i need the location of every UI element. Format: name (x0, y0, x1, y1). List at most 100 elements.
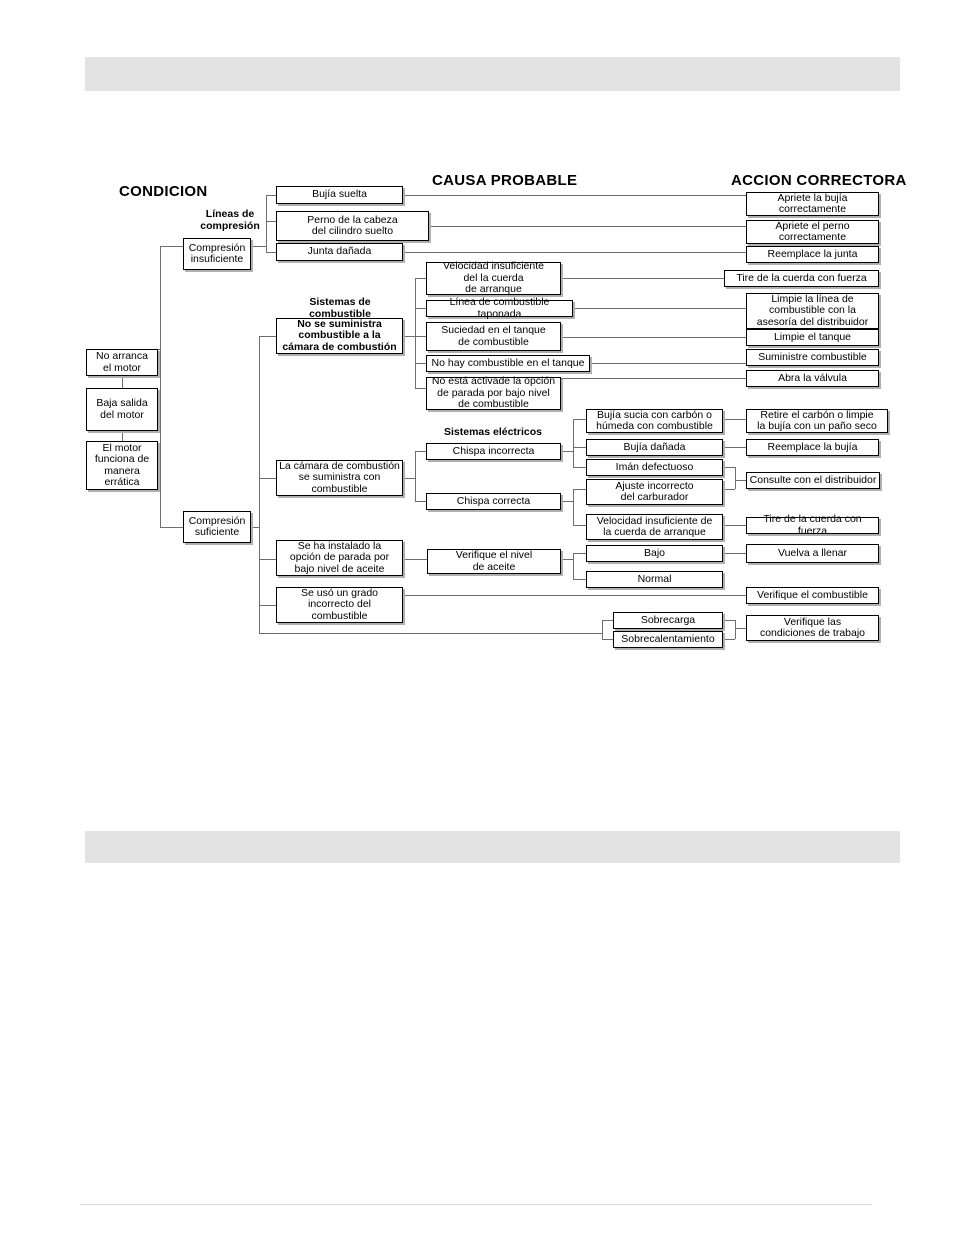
action-box-limpie-tanque[interactable]: Limpie el tanque (746, 329, 879, 346)
cause-box-iman-defectuoso[interactable]: Imán defectuoso (586, 459, 723, 476)
action-box-verifique-condiciones[interactable]: Verifique las condiciones de trabajo (746, 615, 879, 641)
cause-box-suciedad-tanque[interactable]: Suciedad en el tanque de combustible (426, 322, 561, 351)
connector-to-no-activada (415, 388, 426, 389)
cause-box-linea-taponada[interactable]: Línea de combustible taponada (426, 296, 573, 319)
connector-merge-to-consulte (735, 480, 746, 481)
connector-perno-action (429, 226, 746, 227)
action-box-apriete-bujia[interactable]: Apriete la bujía correctamente (746, 192, 879, 216)
connector-trunk-to-insuficiente (160, 246, 183, 247)
connector-to-suciedad-tanque (415, 336, 426, 337)
connector-camara-out (403, 478, 415, 479)
cause-box-normal[interactable]: Normal (586, 571, 723, 588)
connector-sobrecarga-merge (723, 620, 735, 621)
condition-box-baja-salida[interactable]: Baja salida del motor (86, 388, 158, 431)
action-box-limpie-linea[interactable]: Limpie la línea de combustible con la as… (746, 293, 879, 329)
cause-box-verifique-nivel-aceite[interactable]: Verifique el nivel de aceite (427, 549, 561, 574)
condition-box-erratica[interactable]: El motor funciona de manera errática (86, 441, 158, 490)
connector-suficiente-bus (259, 336, 260, 633)
connector-opcion-to-verifique (403, 559, 427, 560)
action-box-suministre-combustible[interactable]: Suministre combustible (746, 349, 879, 366)
connector-load-bus (602, 620, 603, 639)
connector-to-junta-danada (266, 252, 276, 253)
connector-spark-incorrect-bus (573, 419, 574, 467)
cause-box-no-activada-parada[interactable]: No está activade la opción de parada por… (426, 376, 561, 410)
cause-box-velocidad-cuerda-2[interactable]: Velocidad insuficiente de la cuerda de a… (586, 514, 723, 540)
heading-accion-correctora: ACCION CORRECTORA (731, 172, 907, 189)
action-box-verifique-combustible[interactable]: Verifique el combustible (746, 587, 879, 604)
cause-box-no-hay-combustible[interactable]: No hay combustible en el tanque (426, 355, 590, 372)
action-box-reemplace-bujia[interactable]: Reemplace la bujía (746, 439, 879, 456)
connector-verifique-out (561, 559, 573, 560)
cause-box-sobrecalentamiento[interactable]: Sobrecalentamiento (613, 631, 723, 648)
connector-no-hay-action (590, 363, 746, 364)
connector-bajo-action (723, 553, 746, 554)
connector-to-chispa-incorrecta (415, 451, 426, 452)
compression-box-suficiente[interactable]: Compresión suficiente (183, 511, 251, 543)
cause-box-grado-incorrecto[interactable]: Se usó un grado incorrecto del combustib… (276, 587, 403, 623)
cause-box-no-suministra[interactable]: No se suministra combustible a la cámara… (276, 318, 403, 354)
connector-velocidad-2-action (723, 525, 746, 526)
group-label-sistemas-combustible: Sistemas de combustible (309, 296, 371, 320)
cause-box-bujia-suelta[interactable]: Bujía suelta (276, 186, 403, 204)
connector-no-arranca-baja (122, 376, 123, 388)
heading-condicion: CONDICION (119, 183, 208, 200)
connector-linea-taponada-action (573, 308, 746, 309)
connector-insuficiente-bus (266, 195, 267, 252)
connector-to-grado-incorrecto (259, 605, 276, 606)
connector-to-linea-taponada (415, 308, 426, 309)
connector-chispa-correcta-out (561, 501, 573, 502)
compression-box-insuficiente[interactable]: Compresión insuficiente (183, 238, 251, 270)
cause-box-bujia-danada[interactable]: Bujía dañada (586, 439, 723, 456)
connector-bujia-danada-action (723, 447, 746, 448)
connector-to-load-group (259, 633, 602, 634)
connector-suciedad-action (561, 337, 746, 338)
connector-to-no-suministra (259, 336, 276, 337)
action-box-tire-cuerda-2[interactable]: Tire de la cuerda con fuerza (746, 513, 879, 536)
connector-fuel-bus (415, 278, 416, 388)
connector-trunk-main (160, 246, 161, 527)
connector-to-bajo (573, 553, 586, 554)
connector-to-camara-suministra (259, 478, 276, 479)
action-box-consulte-distribuidor[interactable]: Consulte con el distribuidor (746, 472, 880, 489)
connector-bujia-sucia-action (723, 419, 746, 420)
action-box-tire-cuerda-1[interactable]: Tire de la cuerda con fuerza (724, 270, 879, 287)
action-box-vuelva-llenar[interactable]: Vuelva a llenar (746, 544, 879, 563)
cause-box-junta-danada[interactable]: Junta dañada (276, 243, 403, 261)
connector-iman-merge (723, 467, 735, 468)
cause-box-bajo[interactable]: Bajo (586, 545, 723, 562)
connector-to-bujia-sucia (573, 419, 586, 420)
action-box-retire-carbon[interactable]: Retire el carbón o limpie la bujía con u… (746, 409, 888, 433)
connector-trunk-to-suficiente (160, 527, 183, 528)
cause-box-chispa-incorrecta[interactable]: Chispa incorrecta (426, 443, 561, 460)
cause-box-ajuste-carburador[interactable]: Ajuste incorrecto del carburador (586, 479, 723, 505)
cause-box-velocidad-cuerda[interactable]: Velocidad insuficiente del la cuerda de … (426, 261, 561, 295)
cause-box-chispa-correcta[interactable]: Chispa correcta (426, 493, 561, 510)
connector-consulte-merge-bus (735, 467, 736, 489)
cause-box-perno-cabeza[interactable]: Perno de la cabeza del cilindro suelto (276, 211, 429, 241)
cause-box-sobrecarga[interactable]: Sobrecarga (613, 612, 723, 629)
cause-box-camara-suministra[interactable]: La cámara de combustión se suministra co… (276, 460, 403, 496)
connector-spark-correct-bus (573, 489, 574, 525)
connector-bujia-suelta-action (403, 195, 746, 196)
group-label-lineas-compresion: Líneas de compresión (200, 208, 260, 232)
connector-to-iman (573, 467, 586, 468)
footer-rule (80, 1204, 872, 1205)
connector-to-sobrecalentamiento (602, 639, 613, 640)
connector-to-velocidad-cuerda (415, 278, 426, 279)
connector-to-perno-cabeza (266, 221, 276, 222)
footer-band (85, 831, 900, 863)
connector-grado-action (403, 595, 746, 596)
connector-ajuste-merge (723, 489, 735, 490)
connector-insuficiente-out (251, 246, 266, 247)
connector-sobrecal-merge (723, 639, 735, 640)
group-label-sistemas-electricos: Sistemas eléctricos (443, 426, 543, 438)
cause-box-bujia-sucia[interactable]: Bujía sucia con carbón o húmeda con comb… (586, 409, 723, 433)
connector-to-opcion-aceite (259, 559, 276, 560)
action-box-apriete-perno[interactable]: Apriete el perno correctamente (746, 220, 879, 244)
cause-box-opcion-parada-aceite[interactable]: Se ha instalado la opción de parada por … (276, 540, 403, 576)
condition-box-no-arranca[interactable]: No arranca el motor (86, 349, 158, 376)
connector-oil-bus (573, 553, 574, 579)
action-box-abra-valvula[interactable]: Abra la válvula (746, 370, 879, 387)
action-box-reemplace-junta[interactable]: Reemplace la junta (746, 246, 879, 263)
connector-to-sobrecarga (602, 620, 613, 621)
